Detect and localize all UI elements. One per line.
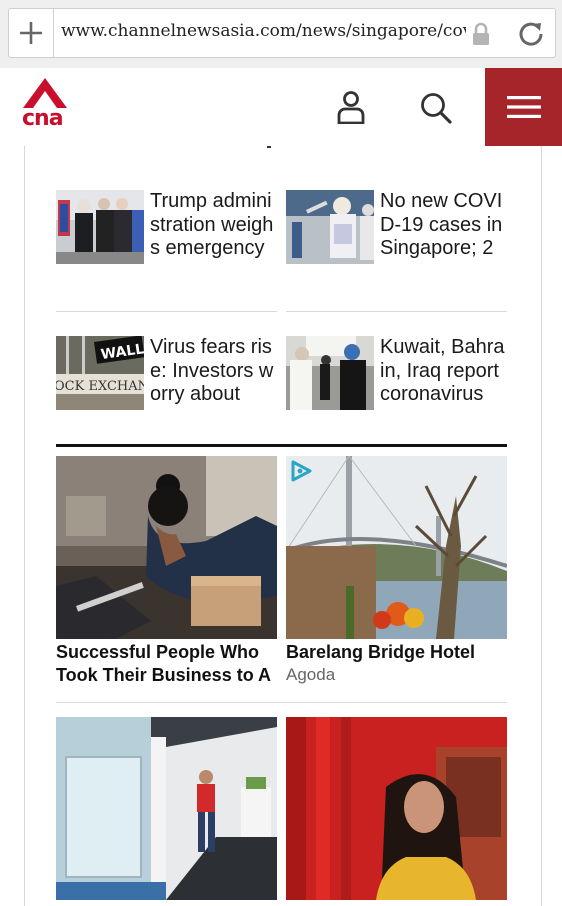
new-tab-button[interactable] [9, 9, 54, 57]
sponsored-card-business[interactable]: Successful People Who Took Their Busines… [56, 456, 277, 687]
news-title[interactable]: Kuwait, Bahrain, Iraq report coronavirus [380, 336, 508, 407]
news-title[interactable]: No new COVID-19 cases in Singapore; 2 [380, 190, 508, 261]
news-thumbnail[interactable] [56, 190, 144, 264]
card-woman-red-door[interactable] [286, 717, 507, 900]
divider [286, 311, 507, 312]
svg-text:OCK EXCHAN: OCK EXCHAN [56, 379, 144, 394]
divider-fragment [267, 146, 271, 148]
news-item-kuwait[interactable]: Kuwait, Bahrain, Iraq report coronavirus [286, 336, 507, 436]
logo-mark-icon [23, 78, 67, 108]
sponsored-card-barelang[interactable]: Barelang Bridge Hotel Agoda [286, 456, 507, 686]
news-item-trump[interactable]: Trump administration weighs emergency [56, 190, 277, 290]
news-item-virus-fears[interactable]: WALL OCK EXCHAN Virus fears rise: Invest… [56, 336, 277, 436]
adchoices-icon[interactable] [290, 460, 312, 482]
plus-icon [20, 22, 42, 44]
divider [56, 702, 507, 703]
news-title[interactable]: Trump administration weighs emergency [150, 190, 278, 261]
section-divider [56, 444, 507, 447]
card-source[interactable]: Agoda [286, 664, 507, 686]
url-text[interactable]: www.channelnewsasia.com/news/singapore/c… [61, 21, 466, 41]
reload-icon[interactable] [516, 19, 546, 49]
news-title[interactable]: Virus fears rise: Investors worry about [150, 336, 278, 407]
news-item-covid-singapore[interactable]: No new COVID-19 cases in Singapore; 2 [286, 190, 507, 290]
card-image[interactable] [286, 717, 507, 900]
card-office[interactable] [56, 717, 277, 900]
news-thumbnail[interactable] [286, 190, 374, 264]
card-title[interactable]: Barelang Bridge Hotel [286, 641, 507, 664]
news-thumbnail[interactable]: WALL OCK EXCHAN [56, 336, 144, 410]
card-image[interactable] [56, 456, 277, 639]
logo-text: cna [22, 106, 64, 131]
cna-logo[interactable]: cna [20, 78, 70, 136]
card-title[interactable]: Successful People Who Took Their Busines… [56, 641, 277, 687]
address-bar[interactable]: www.channelnewsasia.com/news/singapore/c… [8, 8, 556, 58]
search-icon[interactable] [419, 91, 453, 125]
hamburger-icon [506, 96, 541, 118]
site-header: cna [0, 68, 562, 146]
lock-icon [473, 22, 489, 45]
divider [56, 311, 277, 312]
user-icon[interactable] [336, 90, 366, 124]
card-image[interactable] [286, 456, 507, 639]
browser-toolbar: www.channelnewsasia.com/news/singapore/c… [0, 0, 562, 69]
card-image[interactable] [56, 717, 277, 900]
menu-button[interactable] [485, 68, 562, 146]
news-thumbnail[interactable] [286, 336, 374, 410]
